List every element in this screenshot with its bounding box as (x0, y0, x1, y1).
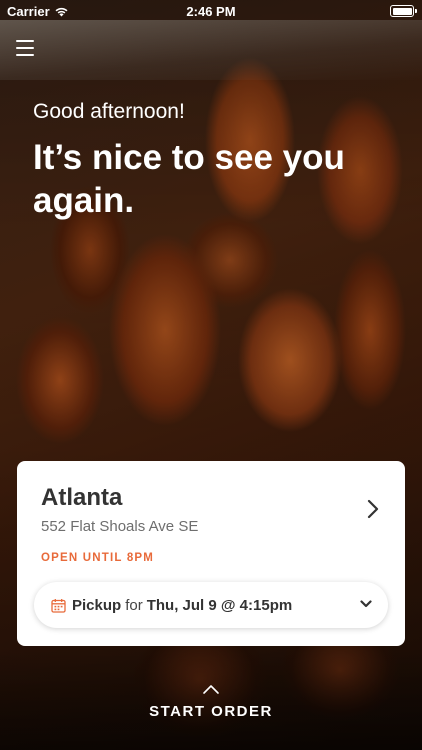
greeting-text: Good afternoon! (33, 100, 185, 123)
status-bar: Carrier 2:46 PM (0, 0, 422, 22)
clock: 2:46 PM (186, 4, 236, 19)
store-city: Atlanta (41, 484, 123, 511)
store-address: 552 Flat Shoals Ave SE (41, 518, 199, 535)
chevron-up-icon (203, 685, 219, 694)
chevron-down-icon[interactable] (360, 599, 372, 609)
pickup-mode-label: Pickup (72, 596, 122, 614)
store-card[interactable]: Atlanta 552 Flat Shoals Ave SE OPEN UNTI… (17, 461, 405, 646)
pickup-datetime: Thu, Jul 9 @ 4:15pm (146, 596, 293, 614)
start-order-button[interactable]: START ORDER (0, 683, 422, 720)
calendar-icon (51, 598, 66, 613)
welcome-headline: It’s nice to see you again. (33, 138, 345, 220)
hamburger-menu-icon[interactable] (16, 40, 34, 56)
pickup-connector: for (125, 596, 143, 614)
start-order-label: START ORDER (149, 703, 273, 720)
chevron-right-icon[interactable] (365, 499, 381, 519)
store-hours: OPEN UNTIL 8PM (41, 552, 155, 564)
battery-icon (390, 5, 417, 17)
pickup-time-selector[interactable]: Pickup for Thu, Jul 9 @ 4:15pm (34, 582, 388, 628)
